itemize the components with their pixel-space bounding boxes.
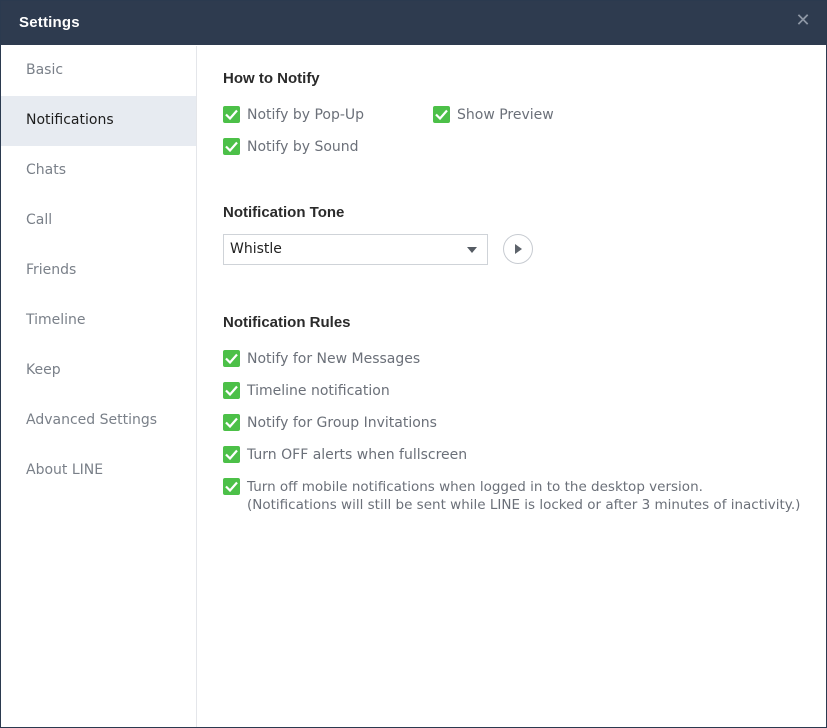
checkbox-label: Notify by Sound [247, 139, 359, 155]
settings-window: Settings ✕ Basic Notifications Chats Cal… [0, 0, 827, 728]
sidebar-item-label: Call [26, 212, 53, 228]
window-title: Settings [19, 14, 80, 31]
checkmark-icon [223, 414, 240, 431]
sidebar-item-label: Friends [26, 262, 77, 278]
checkmark-icon [223, 350, 240, 367]
close-icon[interactable]: ✕ [794, 12, 812, 30]
notify-new-messages-checkbox[interactable]: Notify for New Messages [223, 350, 443, 370]
chevron-down-icon [467, 247, 477, 253]
notification-rules-heading: Notification Rules [223, 314, 351, 331]
sidebar-item-label: Keep [26, 362, 61, 378]
sidebar-item-basic[interactable]: Basic [1, 46, 196, 96]
timeline-notification-checkbox[interactable]: Timeline notification [223, 382, 443, 402]
sidebar-item-about-line[interactable]: About LINE [1, 446, 196, 496]
checkbox-label: Notify for Group Invitations [247, 415, 437, 431]
sidebar-item-label: Timeline [26, 312, 86, 328]
sidebar-item-label: Advanced Settings [26, 412, 158, 428]
sidebar-item-friends[interactable]: Friends [1, 246, 196, 296]
sidebar: Basic Notifications Chats Call Friends T… [1, 46, 197, 727]
sidebar-item-chats[interactable]: Chats [1, 146, 196, 196]
sidebar-item-advanced-settings[interactable]: Advanced Settings [1, 396, 196, 446]
selected-tone: Whistle [230, 241, 282, 257]
sidebar-item-keep[interactable]: Keep [1, 346, 196, 396]
notification-tone-heading: Notification Tone [223, 204, 345, 221]
show-preview-checkbox[interactable]: Show Preview [433, 106, 573, 126]
notifications-panel: How to Notify Notify by Pop-Up Show Prev… [197, 46, 826, 727]
mobile-notifications-checkbox[interactable]: Turn off mobile notifications when logge… [223, 478, 800, 518]
checkbox-label: Notify for New Messages [247, 351, 421, 367]
title-bar: Settings ✕ [1, 1, 826, 45]
play-icon [515, 244, 522, 254]
checkmark-icon [223, 382, 240, 399]
checkmark-icon [223, 138, 240, 155]
group-invitations-checkbox[interactable]: Notify for Group Invitations [223, 414, 463, 434]
notify-sound-checkbox[interactable]: Notify by Sound [223, 138, 383, 158]
sidebar-item-call[interactable]: Call [1, 196, 196, 246]
sidebar-item-label: Chats [26, 162, 67, 178]
sidebar-item-label: Basic [26, 62, 64, 78]
sidebar-item-timeline[interactable]: Timeline [1, 296, 196, 346]
checkmark-icon [223, 106, 240, 123]
checkbox-sublabel: (Notifications will still be sent while … [247, 497, 801, 513]
notify-popup-checkbox[interactable]: Notify by Pop-Up [223, 106, 383, 126]
fullscreen-alerts-checkbox[interactable]: Turn OFF alerts when fullscreen [223, 446, 483, 466]
checkbox-label: Notify by Pop-Up [247, 107, 365, 123]
checkbox-label: Turn OFF alerts when fullscreen [247, 447, 468, 463]
how-to-notify-heading: How to Notify [223, 70, 320, 87]
checkbox-label: Show Preview [457, 107, 554, 123]
checkmark-icon [223, 478, 240, 495]
play-tone-button[interactable] [503, 234, 533, 264]
checkmark-icon [223, 446, 240, 463]
notification-tone-select[interactable]: Whistle [223, 234, 488, 265]
checkbox-label: Timeline notification [247, 383, 390, 399]
sidebar-item-label: About LINE [26, 462, 104, 478]
sidebar-item-notifications[interactable]: Notifications [1, 96, 196, 146]
checkbox-label: Turn off mobile notifications when logge… [247, 479, 703, 495]
sidebar-item-label: Notifications [26, 112, 114, 128]
checkmark-icon [433, 106, 450, 123]
